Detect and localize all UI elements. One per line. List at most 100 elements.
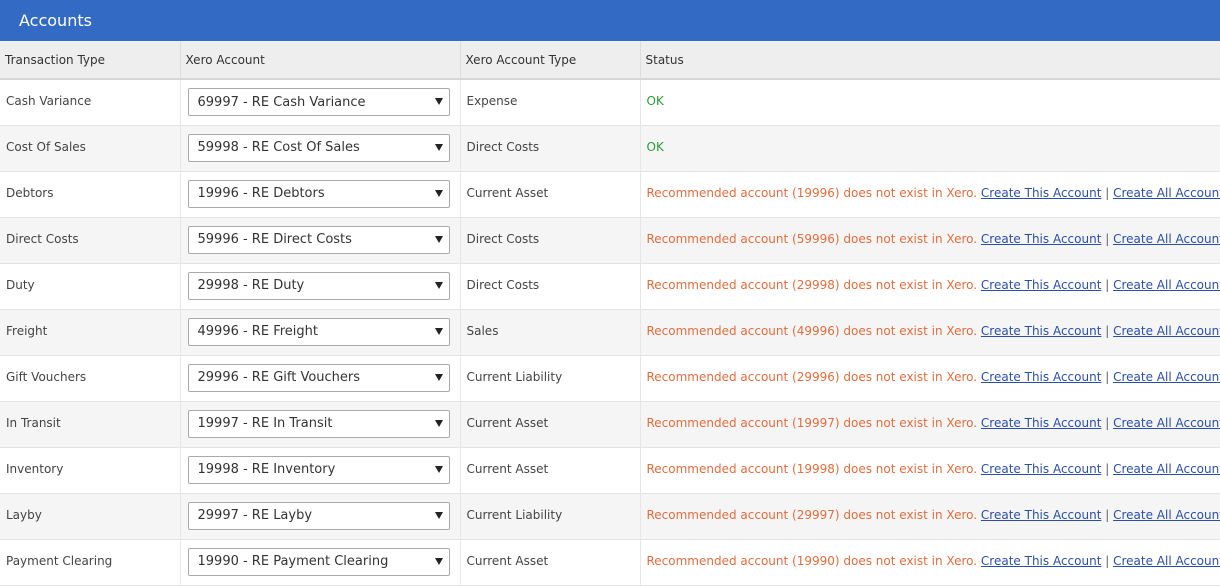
table-row: Inventory 19998 - RE Inventory Current A… (0, 447, 1220, 493)
create-all-accounts-link[interactable]: Create All Accounts (1113, 554, 1220, 568)
status-cell: Recommended account (29996) does not exi… (641, 356, 1220, 384)
xero-account-select[interactable]: 59996 - RE Direct Costs (188, 226, 450, 254)
create-all-accounts-link[interactable]: Create All Accounts (1113, 416, 1220, 430)
status-cell: OK (641, 80, 1220, 108)
link-separator: | (1105, 462, 1109, 476)
xero-account-select[interactable]: 19997 - RE In Transit (188, 410, 450, 438)
link-separator: | (1105, 278, 1109, 292)
xero-account-value: 19996 - RE Debtors (198, 186, 325, 201)
status-message: Recommended account (49996) does not exi… (647, 324, 978, 338)
xero-account-type-cell: Current Asset (461, 448, 640, 476)
table-row: Payment Clearing 19990 - RE Payment Clea… (0, 539, 1220, 585)
column-header-xero-account: Xero Account (180, 41, 460, 79)
create-all-accounts-link[interactable]: Create All Accounts (1113, 508, 1220, 522)
status-cell: Recommended account (29998) does not exi… (641, 264, 1220, 292)
table-row: Layby 29997 - RE Layby Current Liability… (0, 493, 1220, 539)
xero-account-type-cell: Sales (461, 310, 640, 338)
xero-account-type-cell: Direct Costs (461, 264, 640, 292)
transaction-type-cell: Duty (0, 264, 180, 292)
xero-account-value: 29998 - RE Duty (198, 278, 305, 293)
link-separator: | (1105, 232, 1109, 246)
xero-account-select[interactable]: 19998 - RE Inventory (188, 456, 450, 484)
status-message: Recommended account (29998) does not exi… (647, 278, 978, 292)
table-header-row: Transaction Type Xero Account Xero Accou… (0, 41, 1220, 79)
xero-account-value: 29997 - RE Layby (198, 508, 313, 523)
table-row: Direct Costs 59996 - RE Direct Costs Dir… (0, 217, 1220, 263)
create-this-account-link[interactable]: Create This Account (981, 232, 1101, 246)
transaction-type-cell: In Transit (0, 402, 180, 430)
page-title: Accounts (19, 11, 92, 30)
xero-account-value: 49996 - RE Freight (198, 324, 318, 339)
link-separator: | (1105, 508, 1109, 522)
create-all-accounts-link[interactable]: Create All Accounts (1113, 232, 1220, 246)
transaction-type-cell: Debtors (0, 172, 180, 200)
xero-account-select[interactable]: 19990 - RE Payment Clearing (188, 548, 450, 576)
status-cell: Recommended account (29997) does not exi… (641, 494, 1220, 522)
status-message: Recommended account (19997) does not exi… (647, 416, 978, 430)
dropdown-caret-icon (435, 282, 443, 289)
create-this-account-link[interactable]: Create This Account (981, 278, 1101, 292)
create-this-account-link[interactable]: Create This Account (981, 554, 1101, 568)
create-this-account-link[interactable]: Create This Account (981, 370, 1101, 384)
status-cell: Recommended account (19997) does not exi… (641, 402, 1220, 430)
column-header-xero-account-type: Xero Account Type (460, 41, 640, 79)
status-message: Recommended account (29997) does not exi… (647, 508, 978, 522)
transaction-type-cell: Payment Clearing (0, 540, 180, 568)
column-header-status: Status (640, 41, 1220, 79)
xero-account-select[interactable]: 29997 - RE Layby (188, 502, 450, 530)
xero-account-select[interactable]: 29998 - RE Duty (188, 272, 450, 300)
create-this-account-link[interactable]: Create This Account (981, 324, 1101, 338)
status-message: OK (647, 94, 664, 108)
xero-account-select[interactable]: 19996 - RE Debtors (188, 180, 450, 208)
create-all-accounts-link[interactable]: Create All Accounts (1113, 370, 1220, 384)
dropdown-caret-icon (435, 328, 443, 335)
dropdown-caret-icon (435, 144, 443, 151)
status-message: Recommended account (19998) does not exi… (647, 462, 978, 476)
link-separator: | (1105, 554, 1109, 568)
table-row: Duty 29998 - RE Duty Direct Costs Recomm… (0, 263, 1220, 309)
transaction-type-cell: Inventory (0, 448, 180, 476)
xero-account-select[interactable]: 29996 - RE Gift Vouchers (188, 364, 450, 392)
transaction-type-cell: Layby (0, 494, 180, 522)
column-header-transaction-type: Transaction Type (0, 41, 180, 79)
create-this-account-link[interactable]: Create This Account (981, 186, 1101, 200)
xero-account-type-cell: Direct Costs (461, 126, 640, 154)
xero-account-value: 19998 - RE Inventory (198, 462, 336, 477)
status-cell: Recommended account (19990) does not exi… (641, 540, 1220, 568)
xero-account-type-cell: Current Liability (461, 356, 640, 384)
table-row: In Transit 19997 - RE In Transit Current… (0, 401, 1220, 447)
link-separator: | (1105, 324, 1109, 338)
create-all-accounts-link[interactable]: Create All Accounts (1113, 462, 1220, 476)
status-cell: Recommended account (19998) does not exi… (641, 448, 1220, 476)
create-all-accounts-link[interactable]: Create All Accounts (1113, 324, 1220, 338)
link-separator: | (1105, 370, 1109, 384)
create-this-account-link[interactable]: Create This Account (981, 508, 1101, 522)
table-row: Gift Vouchers 29996 - RE Gift Vouchers C… (0, 355, 1220, 401)
status-cell: OK (641, 126, 1220, 154)
dropdown-caret-icon (435, 236, 443, 243)
xero-account-select[interactable]: 59998 - RE Cost Of Sales (188, 134, 450, 162)
create-this-account-link[interactable]: Create This Account (981, 416, 1101, 430)
xero-account-type-cell: Current Asset (461, 540, 640, 568)
xero-account-value: 19997 - RE In Transit (198, 416, 333, 431)
transaction-type-cell: Direct Costs (0, 218, 180, 246)
link-separator: | (1105, 186, 1109, 200)
accounts-table: Transaction Type Xero Account Xero Accou… (0, 41, 1220, 586)
xero-account-select[interactable]: 69997 - RE Cash Variance (188, 88, 450, 116)
status-cell: Recommended account (59996) does not exi… (641, 218, 1220, 246)
create-all-accounts-link[interactable]: Create All Accounts (1113, 186, 1220, 200)
xero-account-value: 59996 - RE Direct Costs (198, 232, 352, 247)
status-message: Recommended account (59996) does not exi… (647, 232, 978, 246)
create-all-accounts-link[interactable]: Create All Accounts (1113, 278, 1220, 292)
xero-account-value: 19990 - RE Payment Clearing (198, 554, 389, 569)
table-row: Cost Of Sales 59998 - RE Cost Of Sales D… (0, 125, 1220, 171)
create-this-account-link[interactable]: Create This Account (981, 462, 1101, 476)
status-message: OK (647, 140, 664, 154)
transaction-type-cell: Freight (0, 310, 180, 338)
xero-account-type-cell: Expense (461, 80, 640, 108)
xero-account-type-cell: Current Liability (461, 494, 640, 522)
status-cell: Recommended account (19996) does not exi… (641, 172, 1220, 200)
xero-account-select[interactable]: 49996 - RE Freight (188, 318, 450, 346)
xero-account-value: 29996 - RE Gift Vouchers (198, 370, 361, 385)
xero-account-type-cell: Direct Costs (461, 218, 640, 246)
